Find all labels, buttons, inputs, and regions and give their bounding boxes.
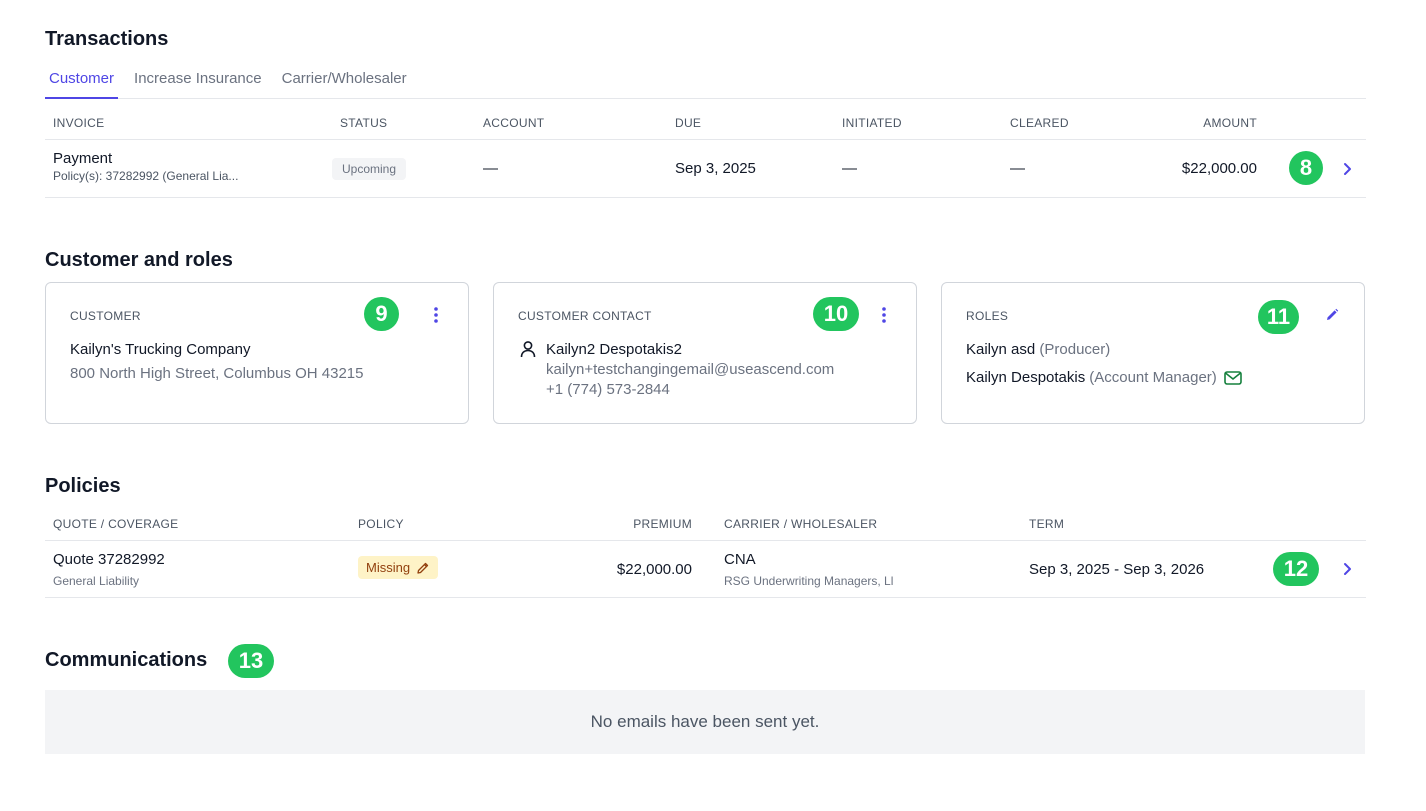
marker-badge: 10 — [813, 297, 859, 331]
col-invoice: INVOICE — [53, 116, 105, 130]
empty-state-text: No emails have been sent yet. — [590, 712, 820, 731]
contact-name: Kailyn2 Despotakis2 — [546, 341, 682, 358]
communications-title: Communications — [45, 649, 208, 671]
status-badge: Upcoming — [332, 158, 407, 180]
customer-card-label: CUSTOMER — [70, 309, 141, 323]
role-entry: Kailyn asd (Producer) — [966, 341, 1110, 358]
account-value: — — [483, 160, 498, 177]
roles-card-label: ROLES — [966, 309, 1009, 323]
chevron-right-icon[interactable] — [1339, 161, 1355, 177]
role-entry: Kailyn Despotakis (Account Manager) — [966, 369, 1242, 386]
quote-name: Quote 37282992 — [53, 551, 165, 568]
role-person-name: Kailyn Despotakis — [966, 369, 1086, 386]
col-amount: AMOUNT — [1203, 116, 1257, 130]
col-due: DUE — [675, 116, 702, 130]
amount-value: $22,000.00 — [1181, 160, 1257, 177]
due-value: Sep 3, 2025 — [675, 160, 756, 177]
page: Transactions Customer Increase Insurance… — [0, 0, 1426, 811]
role-title: (Producer) — [1039, 341, 1111, 358]
col-premium: PREMIUM — [633, 517, 692, 531]
more-options-icon[interactable] — [428, 306, 444, 324]
col-quote-coverage: QUOTE / COVERAGE — [53, 517, 179, 531]
marker-badge: 8 — [1289, 151, 1323, 185]
col-initiated: INITIATED — [842, 116, 902, 130]
invoice-subtitle: Policy(s): 37282992 (General Lia... — [53, 169, 239, 183]
coverage-name: General Liability — [53, 574, 140, 588]
col-account: ACCOUNT — [483, 116, 545, 130]
col-term: TERM — [1029, 517, 1065, 531]
chevron-right-icon[interactable] — [1339, 561, 1355, 577]
edit-pencil-icon[interactable] — [1325, 308, 1339, 322]
transactions-table-header: INVOICE STATUS ACCOUNT DUE INITIATED CLE… — [45, 99, 1366, 140]
marker-badge: 12 — [1273, 552, 1319, 586]
policy-status-label: Missing — [366, 560, 411, 575]
tab-carrier-wholesaler[interactable]: Carrier/Wholesaler — [278, 62, 411, 99]
roles-card: ROLES 11 Kailyn asd (Producer) Kailyn De… — [941, 282, 1365, 424]
col-carrier-wholesaler: CARRIER / WHOLESALER — [724, 517, 878, 531]
role-person-name: Kailyn asd — [966, 341, 1036, 358]
role-title: (Account Manager) — [1089, 369, 1217, 386]
contact-phone[interactable]: +1 (774) 573-2844 — [546, 381, 670, 398]
customer-card: CUSTOMER 9 Kailyn's Trucking Company 800… — [45, 282, 469, 424]
person-icon — [520, 341, 536, 358]
contact-card-label: CUSTOMER CONTACT — [518, 309, 652, 323]
contact-email[interactable]: kailyn+testchangingemail@useascend.com — [546, 361, 834, 378]
customer-address: 800 North High Street, Columbus OH 43215 — [70, 365, 364, 382]
marker-badge: 13 — [228, 644, 274, 678]
customer-name: Kailyn's Trucking Company — [70, 341, 251, 358]
transaction-tabs: Customer Increase Insurance Carrier/Whol… — [45, 62, 1366, 99]
customer-contact-card: CUSTOMER CONTACT 10 Kailyn2 Despotakis2 … — [493, 282, 917, 424]
carrier-name: CNA — [724, 551, 756, 568]
marker-badge: 11 — [1258, 300, 1299, 334]
tab-increase-insurance[interactable]: Increase Insurance — [130, 62, 266, 99]
wholesaler-name: RSG Underwriting Managers, Ll — [724, 574, 894, 588]
term-value: Sep 3, 2025 - Sep 3, 2026 — [1029, 561, 1205, 578]
more-options-icon[interactable] — [876, 306, 892, 324]
table-row[interactable]: Payment Policy(s): 37282992 (General Lia… — [45, 140, 1366, 198]
policy-missing-badge[interactable]: Missing — [358, 556, 439, 579]
cleared-value: — — [1010, 160, 1025, 177]
initiated-value: — — [842, 160, 857, 177]
edit-pencil-icon — [417, 562, 429, 574]
policies-title: Policies — [45, 475, 121, 497]
marker-badge: 9 — [364, 297, 399, 331]
table-row[interactable]: Quote 37282992 General Liability Missing… — [45, 541, 1366, 598]
communications-empty-state: No emails have been sent yet. — [45, 690, 1365, 754]
transactions-title: Transactions — [45, 28, 169, 50]
invoice-title: Payment — [53, 150, 113, 167]
col-policy: POLICY — [358, 517, 404, 531]
col-cleared: CLEARED — [1010, 116, 1069, 130]
mail-icon[interactable] — [1223, 370, 1242, 385]
col-status: STATUS — [340, 116, 388, 130]
tab-customer[interactable]: Customer — [45, 62, 119, 99]
premium-value: $22,000.00 — [616, 561, 692, 578]
policies-table-header: QUOTE / COVERAGE POLICY PREMIUM CARRIER … — [45, 500, 1366, 541]
customer-roles-title: Customer and roles — [45, 249, 233, 271]
